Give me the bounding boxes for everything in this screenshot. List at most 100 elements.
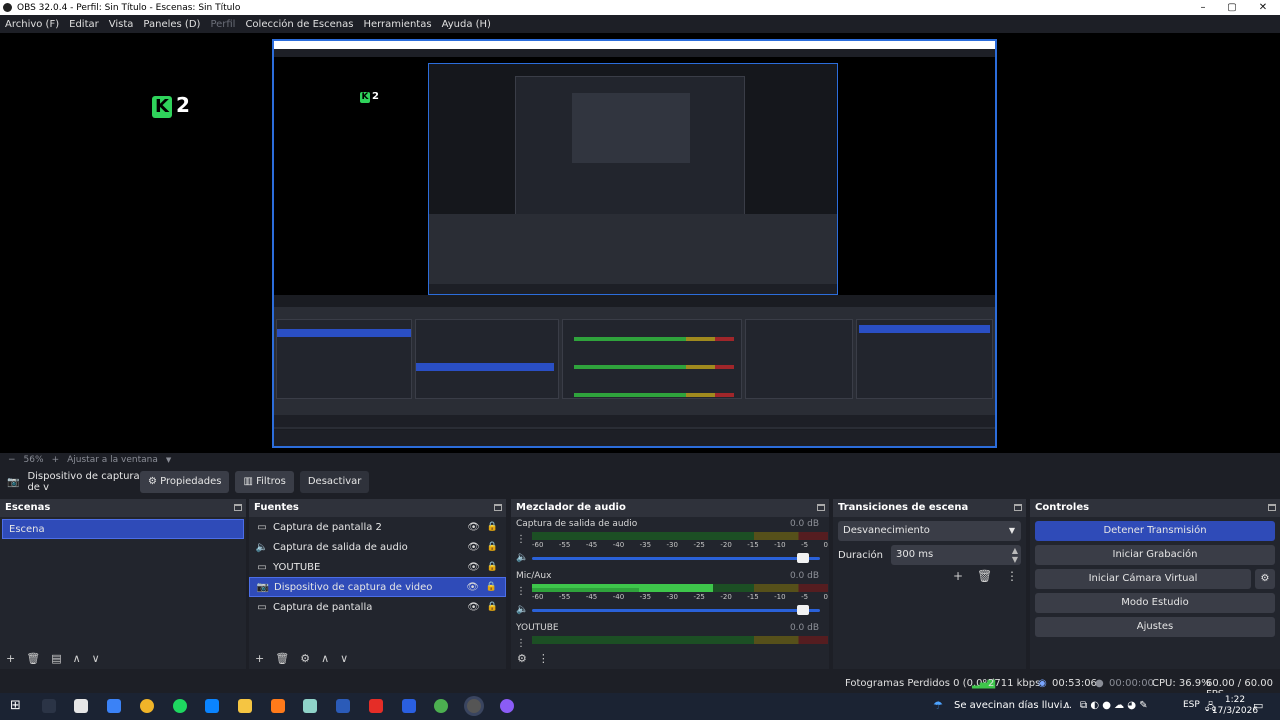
app-icon[interactable] bbox=[402, 699, 416, 713]
messenger-icon[interactable] bbox=[500, 699, 514, 713]
deactivate-button[interactable]: Desactivar bbox=[299, 471, 370, 493]
tray-expand-icon[interactable]: ∧ bbox=[1063, 700, 1070, 711]
move-up-button[interactable]: ∧ bbox=[73, 652, 81, 665]
add-source-button[interactable]: + bbox=[255, 652, 264, 665]
channel-menu-icon[interactable]: ⋮ bbox=[516, 534, 526, 545]
menu-file[interactable]: Archivo (F) bbox=[0, 19, 64, 30]
preview-canvas[interactable]: K2 K2 bbox=[0, 33, 1280, 453]
lock-icon[interactable]: 🔒 bbox=[487, 562, 498, 572]
volume-slider-handle[interactable] bbox=[797, 605, 809, 615]
undock-icon[interactable] bbox=[1014, 504, 1022, 511]
fit-to-window-label[interactable]: Ajustar a la ventana bbox=[67, 455, 158, 465]
word-icon[interactable] bbox=[336, 699, 350, 713]
visibility-eye-icon[interactable]: 👁 bbox=[467, 522, 480, 533]
add-transition-button[interactable]: + bbox=[953, 569, 963, 583]
speaker-icon[interactable]: 🔈 bbox=[516, 552, 528, 563]
meter-level-secondary bbox=[532, 588, 639, 592]
maximize-button[interactable]: ▢ bbox=[1219, 0, 1245, 15]
spotify-icon[interactable] bbox=[173, 699, 187, 713]
youtube-icon[interactable] bbox=[369, 699, 383, 713]
mixer-channel: Captura de salida de audio 0.0 dB ⋮ -60 -55-… bbox=[511, 517, 829, 569]
undock-icon[interactable] bbox=[234, 504, 242, 511]
source-item[interactable]: ▭ YOUTUBE 👁 🔒 bbox=[249, 557, 506, 577]
menu-scene-collection[interactable]: Colección de Escenas bbox=[240, 19, 358, 30]
source-item[interactable]: 🔈 Captura de salida de audio 👁 🔒 bbox=[249, 537, 506, 557]
zoom-in-button[interactable]: + bbox=[52, 455, 60, 465]
source-item-selected[interactable]: 📷 Dispositivo de captura de video 👁 🔒 bbox=[249, 577, 506, 597]
virtual-camera-settings-button[interactable]: ⚙ bbox=[1255, 569, 1275, 589]
lock-icon[interactable]: 🔒 bbox=[487, 522, 498, 532]
visibility-eye-icon[interactable]: 👁 bbox=[467, 602, 480, 613]
move-up-button[interactable]: ∧ bbox=[321, 652, 329, 665]
fit-dropdown-icon[interactable]: ▼ bbox=[166, 456, 171, 464]
undock-icon[interactable] bbox=[494, 504, 502, 511]
menu-edit[interactable]: Editar bbox=[64, 19, 104, 30]
copilot-icon[interactable] bbox=[107, 699, 121, 713]
obs-taskbar-icon[interactable] bbox=[467, 699, 481, 713]
zoom-out-button[interactable]: − bbox=[8, 455, 16, 465]
volume-slider-handle[interactable] bbox=[797, 553, 809, 563]
weather-icon[interactable]: ☂ bbox=[933, 699, 943, 712]
volume-slider[interactable] bbox=[532, 609, 820, 612]
scene-filters-button[interactable]: ▤ bbox=[51, 652, 61, 665]
task-view-icon[interactable] bbox=[42, 699, 56, 713]
chrome-profile-icon[interactable] bbox=[434, 699, 448, 713]
duration-spinner[interactable]: ▲ ▼ bbox=[1012, 546, 1018, 564]
speaker-icon[interactable]: 🔈 bbox=[516, 604, 528, 615]
advanced-audio-button[interactable]: ⚙ bbox=[517, 652, 527, 665]
close-button[interactable]: ✕ bbox=[1250, 0, 1276, 15]
lock-icon[interactable]: 🔒 bbox=[486, 582, 497, 592]
add-scene-button[interactable]: + bbox=[6, 652, 15, 665]
mixer-menu-button[interactable]: ⋮ bbox=[538, 652, 549, 665]
remove-scene-button[interactable]: 🗑 bbox=[26, 652, 40, 665]
windows-start-icon[interactable]: ⊞ bbox=[10, 699, 24, 713]
minimize-button[interactable]: – bbox=[1190, 0, 1216, 15]
stop-streaming-button[interactable]: Detener Transmisión bbox=[1035, 521, 1275, 541]
transition-menu-button[interactable]: ⋮ bbox=[1006, 569, 1018, 583]
menu-docks[interactable]: Paneles (D) bbox=[138, 19, 205, 30]
duration-row: Duración 300 ms ▲ ▼ bbox=[838, 545, 1021, 565]
move-down-button[interactable]: ∨ bbox=[92, 652, 100, 665]
move-down-button[interactable]: ∨ bbox=[340, 652, 348, 665]
studio-mode-button[interactable]: Modo Estudio bbox=[1035, 593, 1275, 613]
tray-apps-icon[interactable]: ⧉ ◐ ● ☁ ◕ ✎ bbox=[1080, 700, 1148, 711]
notepad-icon[interactable] bbox=[303, 699, 317, 713]
scale-tick-label: -35 bbox=[639, 541, 652, 549]
source-properties-button[interactable]: ⚙ bbox=[300, 652, 310, 665]
menu-help[interactable]: Ayuda (H) bbox=[437, 19, 496, 30]
source-item[interactable]: ▭ Captura de pantalla 2 👁 🔒 bbox=[249, 517, 506, 537]
clock-time[interactable]: 1:22 bbox=[1215, 695, 1255, 705]
transition-select[interactable]: Desvanecimiento ▼ bbox=[838, 521, 1021, 541]
lock-icon[interactable]: 🔒 bbox=[487, 602, 498, 612]
visibility-eye-icon[interactable]: 👁 bbox=[466, 582, 479, 593]
volume-slider[interactable] bbox=[532, 557, 820, 560]
scene-item[interactable]: Escena bbox=[2, 519, 244, 539]
channel-menu-icon[interactable]: ⋮ bbox=[516, 586, 526, 597]
brave-icon[interactable] bbox=[271, 699, 285, 713]
undock-icon[interactable] bbox=[1268, 504, 1276, 511]
lock-icon[interactable]: 🔒 bbox=[487, 542, 498, 552]
menu-view[interactable]: Vista bbox=[104, 19, 139, 30]
start-virtual-camera-button[interactable]: Iniciar Cámara Virtual bbox=[1035, 569, 1251, 589]
filters-button[interactable]: ▥ Filtros bbox=[235, 471, 294, 493]
weather-text[interactable]: Se avecinan días lluvi... bbox=[954, 700, 1072, 711]
language-indicator[interactable]: ESP bbox=[1183, 700, 1200, 710]
source-item[interactable]: ▭ Captura de pantalla 👁 🔒 bbox=[249, 597, 506, 617]
duration-input[interactable]: 300 ms bbox=[891, 545, 1021, 565]
file-explorer-icon[interactable] bbox=[238, 699, 252, 713]
visibility-eye-icon[interactable]: 👁 bbox=[467, 542, 480, 553]
menu-profile[interactable]: Perfil bbox=[205, 19, 240, 30]
chrome-icon[interactable] bbox=[140, 699, 154, 713]
undock-icon[interactable] bbox=[817, 504, 825, 511]
edge-icon[interactable] bbox=[205, 699, 219, 713]
meter-scale: -60 -55 -45 -40 -35 -30 -25 -20 -15 -10 -5 0 bbox=[532, 593, 828, 601]
menu-tools[interactable]: Herramientas bbox=[358, 19, 436, 30]
start-recording-button[interactable]: Iniciar Grabación bbox=[1035, 545, 1275, 565]
remove-transition-button[interactable]: 🗑 bbox=[977, 569, 992, 583]
properties-button[interactable]: ⚙ Propiedades bbox=[140, 471, 230, 493]
visibility-eye-icon[interactable]: 👁 bbox=[467, 562, 480, 573]
store-icon[interactable] bbox=[74, 699, 88, 713]
remove-source-button[interactable]: 🗑 bbox=[275, 652, 289, 665]
notifications-icon[interactable]: ▭ bbox=[1253, 699, 1263, 712]
settings-button[interactable]: Ajustes bbox=[1035, 617, 1275, 637]
